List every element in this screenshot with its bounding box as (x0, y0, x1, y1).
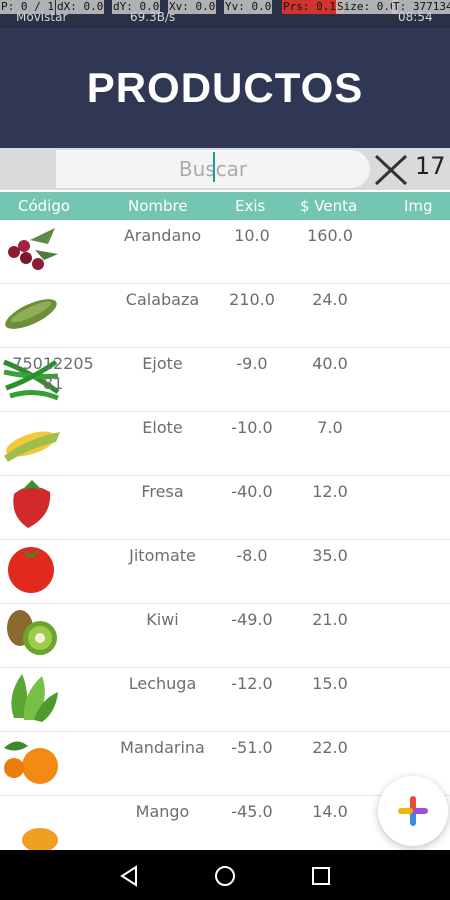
back-icon[interactable] (118, 865, 140, 887)
strawberry-image (13, 480, 51, 528)
results-count: 17 (415, 152, 446, 180)
home-icon[interactable] (214, 865, 236, 887)
kiwi-image (7, 610, 57, 655)
blueberry-image (8, 228, 58, 270)
recents-icon[interactable] (310, 865, 332, 887)
cell-venta: 14.0 (312, 802, 348, 821)
cell-venta: 35.0 (312, 546, 348, 565)
add-product-button[interactable] (378, 776, 448, 846)
mango-image (22, 828, 58, 852)
cell-exis: 10.0 (234, 226, 270, 245)
cell-venta: 24.0 (312, 290, 348, 309)
cell-exis: 210.0 (229, 290, 275, 309)
page-title: PRODUCTOS (86, 64, 364, 111)
column-header-exis: Exis (235, 197, 266, 215)
cell-venta: 21.0 (312, 610, 348, 629)
cell-nombre: Arandano (123, 226, 202, 245)
debug-xv: Xv: 0.0 (168, 0, 217, 14)
navigation-bar (0, 850, 450, 900)
cell-nombre: Calabaza (125, 290, 200, 309)
column-header-codigo: Código (18, 197, 71, 215)
debug-yv: Yv: 0.0 (224, 0, 273, 14)
cell-exis: -40.0 (231, 482, 273, 501)
cell-exis: -9.0 (236, 354, 268, 373)
cell-nombre: Mango (135, 802, 190, 821)
cell-exis: -12.0 (231, 674, 273, 693)
table-row[interactable]: Lechuga -12.0 15.0 (0, 668, 450, 732)
app-header: PRODUCTOS (0, 28, 450, 148)
cell-nombre: Mandarina (120, 738, 205, 757)
status-bar: Movistar 69.3B/s 08:54 P: 0 / 1 dX: 0.0 … (0, 0, 450, 28)
cell-venta: 160.0 (307, 226, 353, 245)
cell-codigo: 7501220581 (12, 354, 94, 393)
table-row[interactable]: Elote -10.0 7.0 (0, 412, 450, 476)
debug-touch: T: 377134 (392, 0, 450, 14)
mandarin-image (4, 741, 58, 784)
cell-nombre: Jitomate (129, 546, 196, 565)
cell-exis: -45.0 (231, 802, 273, 821)
table-row[interactable]: Calabaza 210.0 24.0 (0, 284, 450, 348)
debug-pressure: Prs: 0.17 (282, 0, 344, 14)
tomato-image (8, 547, 54, 593)
table-row[interactable]: Fresa -40.0 12.0 (0, 476, 450, 540)
table-row[interactable]: Jitomate -8.0 35.0 (0, 540, 450, 604)
table-row[interactable]: 7501220581 Ejote -9.0 40.0 (0, 348, 450, 412)
debug-dx: dX: 0.0 (56, 0, 105, 14)
debug-dy: dY: 0.0 (112, 0, 161, 14)
column-header-nombre: Nombre (128, 197, 188, 215)
clear-search-button[interactable] (373, 153, 409, 187)
table-row[interactable]: Kiwi -49.0 21.0 (0, 604, 450, 668)
pointer-location-overlay: P: 0 / 1 dX: 0.0 dY: 0.0 Xv: 0.0 Yv: 0.0… (0, 0, 450, 14)
cell-venta: 22.0 (312, 738, 348, 757)
cell-exis: -8.0 (236, 546, 268, 565)
cell-venta: 7.0 (317, 418, 343, 437)
column-header-venta: $ Venta (300, 197, 358, 215)
lettuce-image (11, 674, 58, 722)
zucchini-image (5, 299, 57, 329)
table-row[interactable]: Arandano 10.0 160.0 (0, 220, 450, 284)
cell-exis: -51.0 (231, 738, 273, 757)
cell-nombre: Kiwi (146, 610, 179, 629)
cell-nombre: Fresa (141, 482, 184, 501)
corn-image (4, 431, 60, 462)
cell-nombre: Lechuga (128, 674, 197, 693)
cell-venta: 40.0 (312, 354, 348, 373)
text-cursor (213, 152, 215, 182)
cell-nombre: Ejote (142, 354, 183, 373)
cell-nombre: Elote (142, 418, 183, 437)
cell-exis: -49.0 (231, 610, 273, 629)
cell-venta: 15.0 (312, 674, 348, 693)
cell-exis: -10.0 (231, 418, 273, 437)
debug-size: Size: 0.0 (336, 0, 398, 14)
cell-venta: 12.0 (312, 482, 348, 501)
close-icon (374, 154, 408, 186)
plus-icon (398, 796, 428, 826)
table-header: Código Nombre Exis $ Venta Img (0, 192, 450, 220)
debug-pointer: P: 0 / 1 (0, 0, 55, 14)
column-header-img: Img (404, 197, 433, 215)
